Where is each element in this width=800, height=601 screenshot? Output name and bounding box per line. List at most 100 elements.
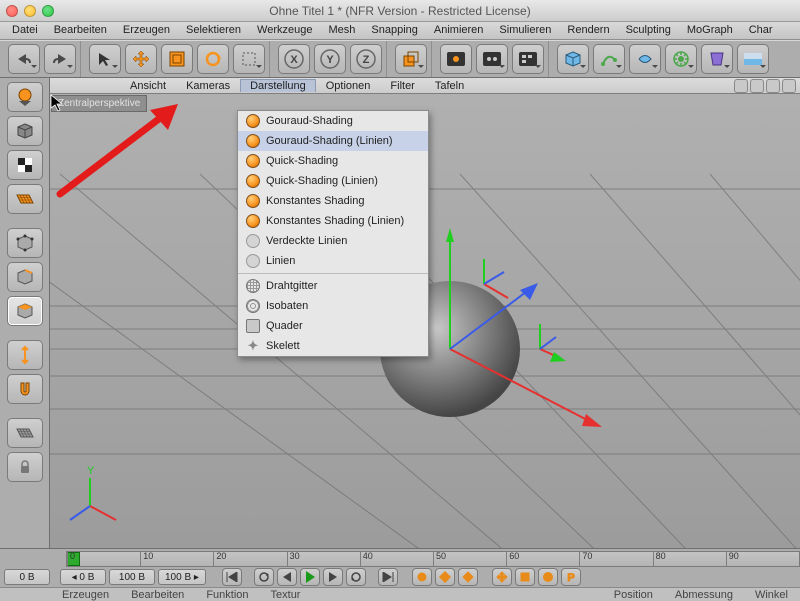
deformer-button[interactable] (701, 44, 733, 74)
viewport-lock-button[interactable] (7, 452, 43, 482)
menu-char[interactable]: Char (741, 22, 781, 39)
undo-button[interactable] (8, 44, 40, 74)
viewport-grid-button[interactable] (7, 418, 43, 448)
viewport-pan-icon[interactable] (734, 79, 748, 93)
dropdown-item-quick-shading[interactable]: Quick-Shading (238, 151, 428, 171)
menu-snapping[interactable]: Snapping (363, 22, 426, 39)
dropdown-item-label: Gouraud-Shading (Linien) (266, 135, 393, 147)
dropdown-item-konstantes-shading-linien-[interactable]: Konstantes Shading (Linien) (238, 211, 428, 231)
key-rotate-button[interactable] (538, 568, 558, 586)
axis-x-button[interactable]: X (278, 44, 310, 74)
key-scale-button[interactable] (515, 568, 535, 586)
dropdown-item-quick-shading-linien-[interactable]: Quick-Shading (Linien) (238, 171, 428, 191)
next-frame-button[interactable] (323, 568, 343, 586)
menu-selektieren[interactable]: Selektieren (178, 22, 249, 39)
redo-button[interactable] (44, 44, 76, 74)
menu-rendern[interactable]: Rendern (559, 22, 617, 39)
rotate-tool[interactable] (197, 44, 229, 74)
goto-start-button[interactable] (222, 568, 242, 586)
point-mode-button[interactable] (7, 228, 43, 258)
keyframe-button[interactable] (458, 568, 478, 586)
frame-end-field[interactable]: 100 B (109, 569, 155, 585)
viewport-zoom-icon[interactable] (750, 79, 764, 93)
tab-winkel[interactable]: Winkel (755, 589, 788, 601)
dropdown-item-isobaten[interactable]: Isobaten (238, 296, 428, 316)
menu-simulieren[interactable]: Simulieren (491, 22, 559, 39)
workplane-button[interactable] (7, 184, 43, 214)
viewport-menu-kameras[interactable]: Kameras (176, 79, 240, 93)
viewport-menu-filter[interactable]: Filter (380, 79, 424, 93)
move-tool[interactable] (125, 44, 157, 74)
dropdown-item-verdeckte-linien[interactable]: Verdeckte Linien (238, 231, 428, 251)
goto-end-button[interactable] (378, 568, 398, 586)
viewport-rotate-icon[interactable] (766, 79, 780, 93)
primitive-cube-button[interactable] (557, 44, 589, 74)
prev-frame-button[interactable] (277, 568, 297, 586)
record-button[interactable] (412, 568, 432, 586)
viewport-layout-icon[interactable] (782, 79, 796, 93)
frame-current-field[interactable]: 0 B (4, 569, 50, 585)
dropdown-item-linien[interactable]: Linien (238, 251, 428, 271)
spline-button[interactable] (593, 44, 625, 74)
tab-abmessung[interactable]: Abmessung (675, 589, 733, 601)
coord-system-button[interactable] (395, 44, 427, 74)
axis-y-button[interactable]: Y (314, 44, 346, 74)
sphere-icon (246, 154, 260, 168)
frame-start-button[interactable]: ◂ 0 B (60, 569, 106, 585)
model-mode-button[interactable] (7, 116, 43, 146)
timeline[interactable]: 0102030405060708090100 (0, 549, 800, 567)
autokey-button[interactable] (435, 568, 455, 586)
menu-erzeugen[interactable]: Erzeugen (115, 22, 178, 39)
viewport-canvas[interactable]: Y Gouraud-ShadingGouraud-Shading (Linien… (50, 94, 800, 548)
render-view-button[interactable] (440, 44, 472, 74)
menu-mograph[interactable]: MoGraph (679, 22, 741, 39)
menu-sculpting[interactable]: Sculpting (618, 22, 679, 39)
environment-button[interactable] (737, 44, 769, 74)
tab-erzeugen[interactable]: Erzeugen (62, 589, 109, 601)
dropdown-item-drahtgitter[interactable]: Drahtgitter (238, 276, 428, 296)
viewport-menu-tafeln[interactable]: Tafeln (425, 79, 474, 93)
dropdown-item-skelett[interactable]: ✦Skelett (238, 336, 428, 356)
lasso-tool[interactable] (233, 44, 265, 74)
play-button[interactable] (300, 568, 320, 586)
menu-datei[interactable]: Datei (4, 22, 46, 39)
render-settings-button[interactable] (512, 44, 544, 74)
frame-end-button[interactable]: 100 B ▸ (158, 569, 206, 585)
menu-mesh[interactable]: Mesh (320, 22, 363, 39)
edge-mode-button[interactable] (7, 262, 43, 292)
axis-tool-button[interactable] (7, 340, 43, 370)
timeline-ruler[interactable]: 0102030405060708090100 (66, 551, 800, 567)
viewport-menu-darstellung[interactable]: Darstellung (240, 79, 316, 92)
select-tool[interactable] (89, 44, 121, 74)
sphere-icon (246, 234, 260, 248)
dropdown-item-gouraud-shading[interactable]: Gouraud-Shading (238, 111, 428, 131)
viewport-menu-optionen[interactable]: Optionen (316, 79, 381, 93)
tab-bearbeiten[interactable]: Bearbeiten (131, 589, 184, 601)
key-move-button[interactable] (492, 568, 512, 586)
tab-position[interactable]: Position (614, 589, 653, 601)
make-editable-button[interactable] (7, 82, 43, 112)
menu-werkzeuge[interactable]: Werkzeuge (249, 22, 320, 39)
fwd-loop-button[interactable] (346, 568, 366, 586)
texture-mode-button[interactable] (7, 150, 43, 180)
generator-button[interactable] (665, 44, 697, 74)
dropdown-item-gouraud-shading-linien-[interactable]: Gouraud-Shading (Linien) (238, 131, 428, 151)
polygon-mode-button[interactable] (7, 296, 43, 326)
scale-tool[interactable] (161, 44, 193, 74)
viewport-menu-ansicht[interactable]: Ansicht (120, 79, 176, 93)
dropdown-item-konstantes-shading[interactable]: Konstantes Shading (238, 191, 428, 211)
tab-textur[interactable]: Textur (271, 589, 301, 601)
render-region-button[interactable] (476, 44, 508, 74)
sphere-icon (246, 214, 260, 228)
dropdown-item-label: Linien (266, 255, 295, 267)
menu-animieren[interactable]: Animieren (426, 22, 492, 39)
key-param-button[interactable]: P (561, 568, 581, 586)
nurbs-button[interactable] (629, 44, 661, 74)
tab-funktion[interactable]: Funktion (206, 589, 248, 601)
dropdown-item-quader[interactable]: Quader (238, 316, 428, 336)
menu-bearbeiten[interactable]: Bearbeiten (46, 22, 115, 39)
timeline-tick: 0 (67, 552, 75, 566)
loop-button[interactable] (254, 568, 274, 586)
axis-z-button[interactable]: Z (350, 44, 382, 74)
magnet-tool-button[interactable] (7, 374, 43, 404)
